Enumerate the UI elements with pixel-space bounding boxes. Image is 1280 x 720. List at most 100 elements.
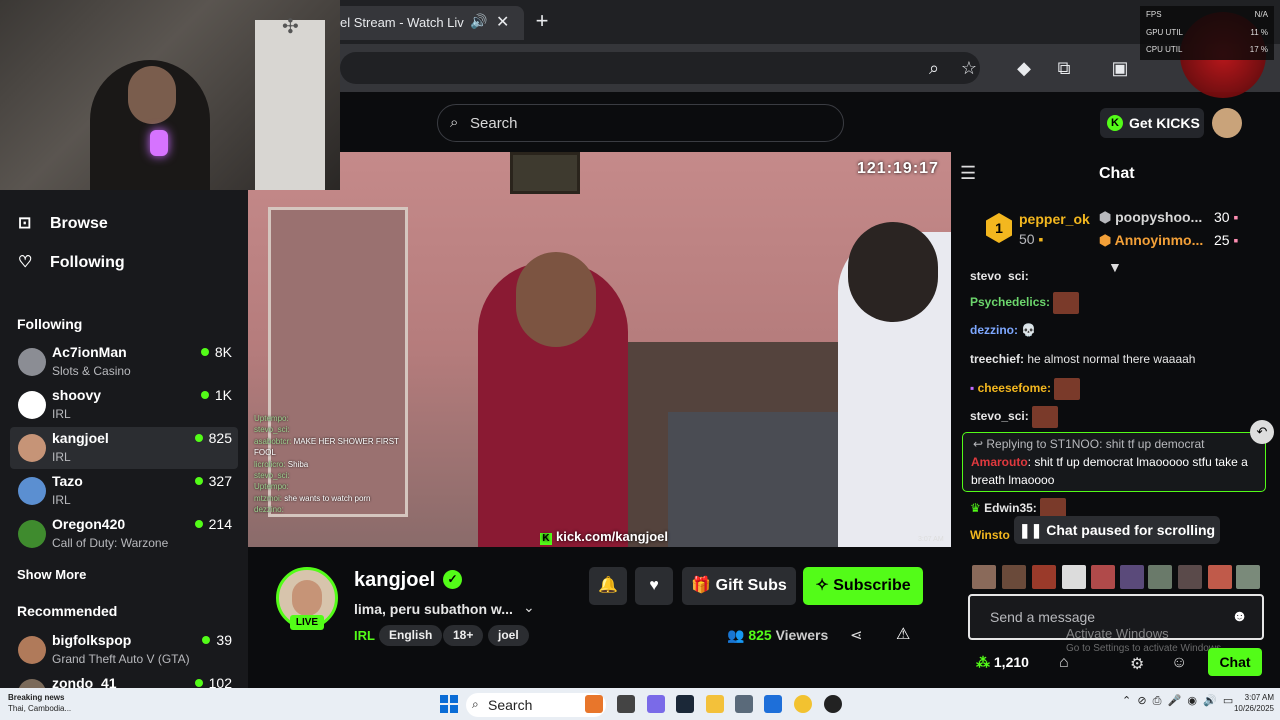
report-warning-icon[interactable]: ⚠ (896, 624, 910, 644)
leaderboard-name[interactable]: pepper_ok (1019, 211, 1090, 227)
collapse-chat-icon[interactable]: ☰ (960, 163, 976, 184)
chevron-down-icon[interactable]: ⌄ (523, 599, 535, 616)
reply-undo-icon[interactable]: ↶ (1250, 420, 1274, 444)
taskbar-app-icon[interactable] (735, 695, 753, 713)
nav-following[interactable]: ♡ Following (18, 252, 125, 272)
system-tray[interactable]: ⌃ ⊘ ⎙ 🎤 ◉ 🔊 ▭ (1122, 694, 1233, 708)
copilot-icon[interactable] (647, 695, 665, 713)
leaderboard-collapse-icon[interactable]: ▼ (1108, 259, 1122, 275)
emote-icon[interactable] (1178, 565, 1202, 589)
news-widget[interactable]: Breaking news Thai, Cambodia... (8, 692, 71, 714)
leaderboard-entry[interactable]: ⬢ Annoyinmo... (1099, 232, 1203, 249)
bookmark-star-icon[interactable]: ☆ (955, 54, 983, 82)
emote-icon[interactable] (1208, 565, 1232, 589)
channel-category: IRL (52, 450, 71, 464)
store-icon[interactable]: ⌂ (1059, 654, 1069, 672)
stream-tag[interactable]: English (379, 625, 443, 646)
windows-start-icon[interactable] (440, 695, 458, 713)
notification-bell-icon[interactable]: 🔔 (589, 567, 627, 605)
channel-name: Ac7ionMan (52, 344, 127, 360)
emote-picker-icon[interactable]: ☺ (1171, 654, 1187, 672)
overlay-chat-line: mtzmoi: she wants to watch porn (254, 493, 371, 503)
emote-icon[interactable] (1120, 565, 1144, 589)
sidebar-channel[interactable]: shoovy IRL 1K (10, 384, 238, 426)
zoom-icon[interactable]: ⌕ (920, 54, 948, 82)
leaderboard-entry[interactable]: ⬢ poopyshoo... (1099, 209, 1202, 226)
sidebar-channel[interactable]: zondo_41 102 (10, 672, 238, 688)
file-explorer-icon[interactable] (706, 695, 724, 713)
channel-viewers: 327 (194, 473, 232, 489)
settings-gear-icon[interactable]: ⚙ (1130, 654, 1144, 674)
channel-name: bigfolkspop (52, 632, 132, 648)
sidebar-channel[interactable]: bigfolkspop Grand Theft Auto V (GTA) 39 (10, 629, 238, 671)
overlay-chat-line: stevo_sci: (254, 425, 290, 435)
stream-title: lima, peru subathon w... (354, 601, 513, 617)
chrome-icon[interactable] (794, 695, 812, 713)
speaker-icon[interactable]: 🔊 (470, 13, 487, 30)
obs-icon[interactable] (824, 695, 842, 713)
emoji-picker-icon[interactable]: ☻ (1231, 608, 1248, 626)
avatar (18, 391, 46, 419)
emote-icon[interactable] (1091, 565, 1115, 589)
taskbar-app-icon[interactable] (617, 695, 635, 713)
pause-icon: ❚❚ (1018, 522, 1047, 538)
gift-subs-button[interactable]: 🎁 Gift Subs (682, 567, 796, 605)
webcam-lamp (150, 130, 168, 156)
channel-category: Grand Theft Auto V (GTA) (52, 652, 190, 666)
emote-icon[interactable] (1148, 565, 1172, 589)
extensions-puzzle-icon[interactable]: ⧉ (1050, 54, 1078, 82)
taskbar-app-icon[interactable] (585, 695, 603, 713)
stream-tag[interactable]: 18+ (443, 625, 484, 646)
following-heading: Following (17, 316, 83, 332)
emote-icon[interactable] (1236, 565, 1260, 589)
close-tab-icon[interactable]: ✕ (496, 12, 509, 32)
emote-quickbar (970, 565, 1264, 591)
show-more-button[interactable]: Show More (17, 567, 86, 582)
live-dot-icon (202, 636, 211, 644)
store-icon[interactable] (764, 695, 782, 713)
channel-name: zondo_41 (52, 675, 117, 688)
sidebar-channel[interactable]: Ac7ionMan Slots & Casino 8K (10, 341, 238, 383)
nav-browse[interactable]: ⊡ Browse (18, 213, 108, 233)
streamer-name[interactable]: kangjoel (354, 569, 435, 592)
address-bar[interactable] (340, 52, 980, 84)
taskbar-clock[interactable]: 3:07 AM 10/26/2025 (1222, 692, 1274, 714)
avatar (18, 477, 46, 505)
channel-name: shoovy (52, 387, 102, 403)
live-dot-icon (194, 477, 203, 485)
browser-tab[interactable]: el Stream - Watch Liv 🔊 ✕ (318, 6, 524, 40)
reply-chat-message[interactable]: ↩ Replying to ST1NOO: shit tf up democra… (962, 432, 1266, 492)
get-kicks-button[interactable]: K Get KICKS (1100, 108, 1204, 138)
reply-message-text: Amarouto: shit tf up democrat lmaooooo s… (971, 455, 1248, 487)
search-placeholder: Search (470, 115, 518, 132)
live-dot-icon (194, 434, 203, 442)
video-head-right (848, 222, 938, 322)
tab-title: el Stream - Watch Liv (340, 15, 464, 30)
sidebar-channel[interactable]: Tazo IRL 327 (10, 470, 238, 512)
channel-category: IRL (52, 407, 71, 421)
sidebar-channel[interactable]: Oregon420 Call of Duty: Warzone 214 (10, 513, 238, 555)
kicks-balance[interactable]: ⁂ 1,210 (976, 654, 1029, 671)
search-icon: ⌕ (472, 697, 479, 711)
share-icon[interactable]: ⋖ (850, 626, 863, 644)
chat-message: Winsto (970, 528, 1010, 542)
video-watermark: Kkick.com/kangjoel (540, 529, 668, 545)
cast-search-icon[interactable]: ▣ (1106, 54, 1134, 82)
emote-icon[interactable] (1002, 565, 1026, 589)
chat-title: Chat (1099, 165, 1135, 182)
emote-icon[interactable] (1032, 565, 1056, 589)
stream-tag[interactable]: joel (488, 625, 529, 646)
subscribe-button[interactable]: ✧ Subscribe (803, 567, 923, 605)
follow-heart-icon[interactable]: ♥ (635, 567, 673, 605)
search-input[interactable]: ⌕ Search (437, 104, 844, 142)
emote-icon[interactable] (1062, 565, 1086, 589)
chat-paused-banner[interactable]: ❚❚ Chat paused for scrolling (1014, 516, 1220, 544)
user-avatar[interactable] (1212, 108, 1242, 138)
new-tab-button[interactable]: + (528, 8, 556, 36)
send-chat-button[interactable]: Chat (1208, 648, 1262, 676)
extension-diamond-icon[interactable]: ◆ (1010, 54, 1038, 82)
steam-icon[interactable] (676, 695, 694, 713)
stream-category[interactable]: IRL (354, 628, 375, 643)
emote-icon[interactable] (972, 565, 996, 589)
sidebar-channel[interactable]: kangjoel IRL 825 (10, 427, 238, 469)
